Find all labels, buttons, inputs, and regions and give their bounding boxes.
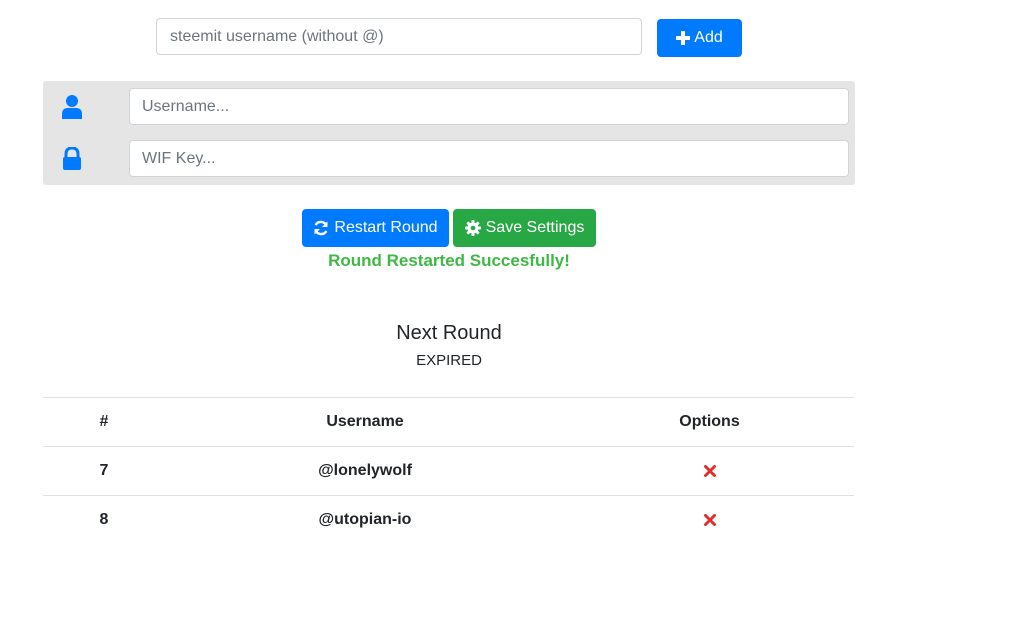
row-number: 7 xyxy=(99,462,109,479)
next-round-status: EXPIRED xyxy=(416,352,482,369)
row-username: @lonelywolf xyxy=(318,462,412,479)
wif-key-input[interactable] xyxy=(129,140,849,177)
page: Add Restart Round xyxy=(0,0,1015,625)
remove-user-icon[interactable] xyxy=(703,514,716,526)
lock-icon xyxy=(63,147,81,170)
refresh-icon xyxy=(314,220,329,236)
row-options xyxy=(565,447,854,495)
status-message: Round Restarted Succesfully! xyxy=(328,251,570,270)
credentials-panel xyxy=(43,81,855,185)
steemit-username-input[interactable] xyxy=(156,18,642,55)
next-round-title: Next Round xyxy=(396,322,502,344)
header-options: Options xyxy=(679,413,740,430)
table-header-row: # Username Options xyxy=(43,397,854,447)
remove-user-icon[interactable] xyxy=(703,465,716,477)
restart-round-button[interactable]: Restart Round xyxy=(302,209,449,247)
save-settings-button[interactable]: Save Settings xyxy=(453,209,596,247)
username-input[interactable] xyxy=(129,88,849,125)
gear-icon xyxy=(464,220,481,236)
row-username: @utopian-io xyxy=(318,511,412,528)
plus-icon xyxy=(676,31,691,45)
restart-round-label: Restart Round xyxy=(334,219,438,236)
save-settings-label: Save Settings xyxy=(485,219,585,236)
header-number: # xyxy=(99,413,109,430)
table-row: 8 @utopian-io xyxy=(43,496,854,545)
add-button-label: Add xyxy=(694,29,723,46)
user-icon xyxy=(62,95,82,119)
row-options xyxy=(565,496,854,544)
row-number: 8 xyxy=(99,511,109,528)
header-username: Username xyxy=(326,413,404,430)
users-table: # Username Options 7 @lonelywolf 8 @utop… xyxy=(43,397,854,545)
add-button[interactable]: Add xyxy=(657,19,742,57)
table-row: 7 @lonelywolf xyxy=(43,447,854,496)
